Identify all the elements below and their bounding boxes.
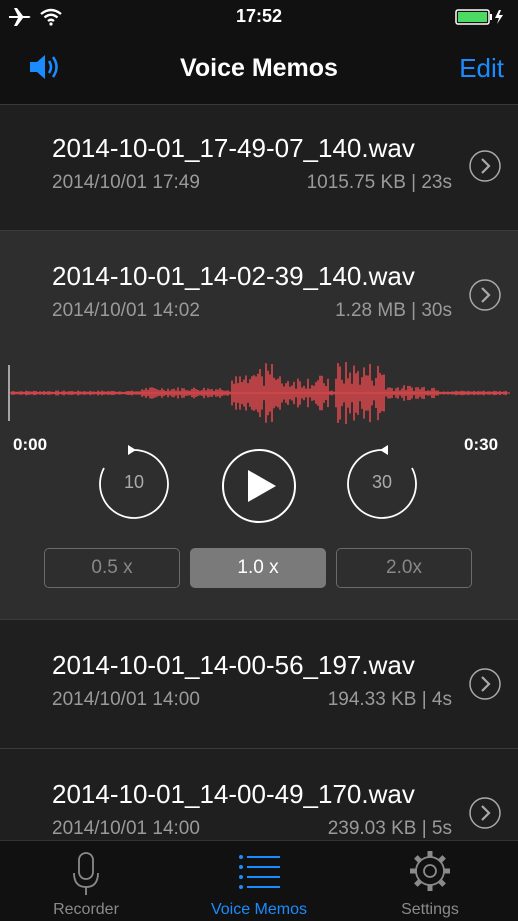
memo-date: 2014/10/01 14:02 [52, 300, 200, 321]
memo-meta: 194.33 KB | 4s [327, 689, 452, 710]
memo-date: 2014/10/01 14:00 [52, 818, 200, 839]
memo-name: 2014-10-01_14-02-39_140.wav [52, 261, 415, 291]
microphone-icon [73, 852, 99, 895]
tab-label: Settings [401, 901, 459, 918]
tab-recorder[interactable]: Recorder [53, 841, 119, 921]
tab-voice-memos[interactable]: Voice Memos [211, 841, 307, 921]
memo-name: 2014-10-01_14-00-49_170.wav [52, 779, 415, 809]
tab-bar: Recorder Voice Memos Settings [0, 840, 518, 921]
gear-icon [410, 851, 450, 891]
memo-row[interactable]: 2014-10-01_14-00-56_197.wav 2014/10/01 1… [0, 620, 518, 749]
memo-meta: 1015.75 KB | 23s [306, 172, 452, 193]
chevron-right-icon[interactable] [469, 279, 501, 311]
skip-forward-label: 30 [371, 472, 393, 492]
memo-row[interactable]: 2014-10-01_14-00-49_170.wav 2014/10/01 1… [0, 749, 518, 840]
tab-settings[interactable]: Settings [400, 841, 460, 921]
skip-back-button[interactable]: 10 [94, 444, 174, 524]
edit-button[interactable]: Edit [459, 53, 504, 84]
start-time: 0:00 [13, 435, 48, 454]
memo-meta: 239.03 KB | 5s [327, 818, 452, 839]
memo-row[interactable]: 2014-10-01_17-49-07_140.wav 2014/10/01 1… [0, 105, 518, 231]
tab-label: Voice Memos [210, 901, 308, 918]
skip-forward-button[interactable]: 30 [342, 444, 422, 524]
battery-icon [455, 9, 503, 25]
speed-2-0x-button[interactable]: 2.0x [336, 548, 472, 588]
memo-name: 2014-10-01_14-00-56_197.wav [52, 650, 415, 680]
waveform[interactable] [0, 355, 518, 431]
chevron-right-icon[interactable] [469, 668, 501, 700]
chevron-right-icon[interactable] [469, 150, 501, 182]
status-time: 17:52 [235, 6, 283, 26]
play-button[interactable] [221, 448, 297, 524]
memo-name: 2014-10-01_17-49-07_140.wav [52, 133, 415, 163]
memo-date: 2014/10/01 14:00 [52, 689, 200, 710]
memo-date: 2014/10/01 17:49 [52, 172, 200, 193]
speed-0-5x-button[interactable]: 0.5 x [44, 548, 180, 588]
status-bar: 17:52 [0, 0, 518, 34]
skip-back-label: 10 [123, 472, 145, 492]
end-time: 0:30 [464, 435, 499, 454]
nav-bar: Voice Memos Edit [0, 34, 518, 105]
memo-meta: 1.28 MB | 30s [335, 300, 452, 321]
chevron-right-icon[interactable] [469, 797, 501, 829]
page-title: Voice Memos [180, 54, 338, 82]
list-icon [239, 855, 280, 889]
speed-1-0x-button[interactable]: 1.0 x [190, 548, 326, 588]
tab-label: Recorder [53, 901, 119, 918]
